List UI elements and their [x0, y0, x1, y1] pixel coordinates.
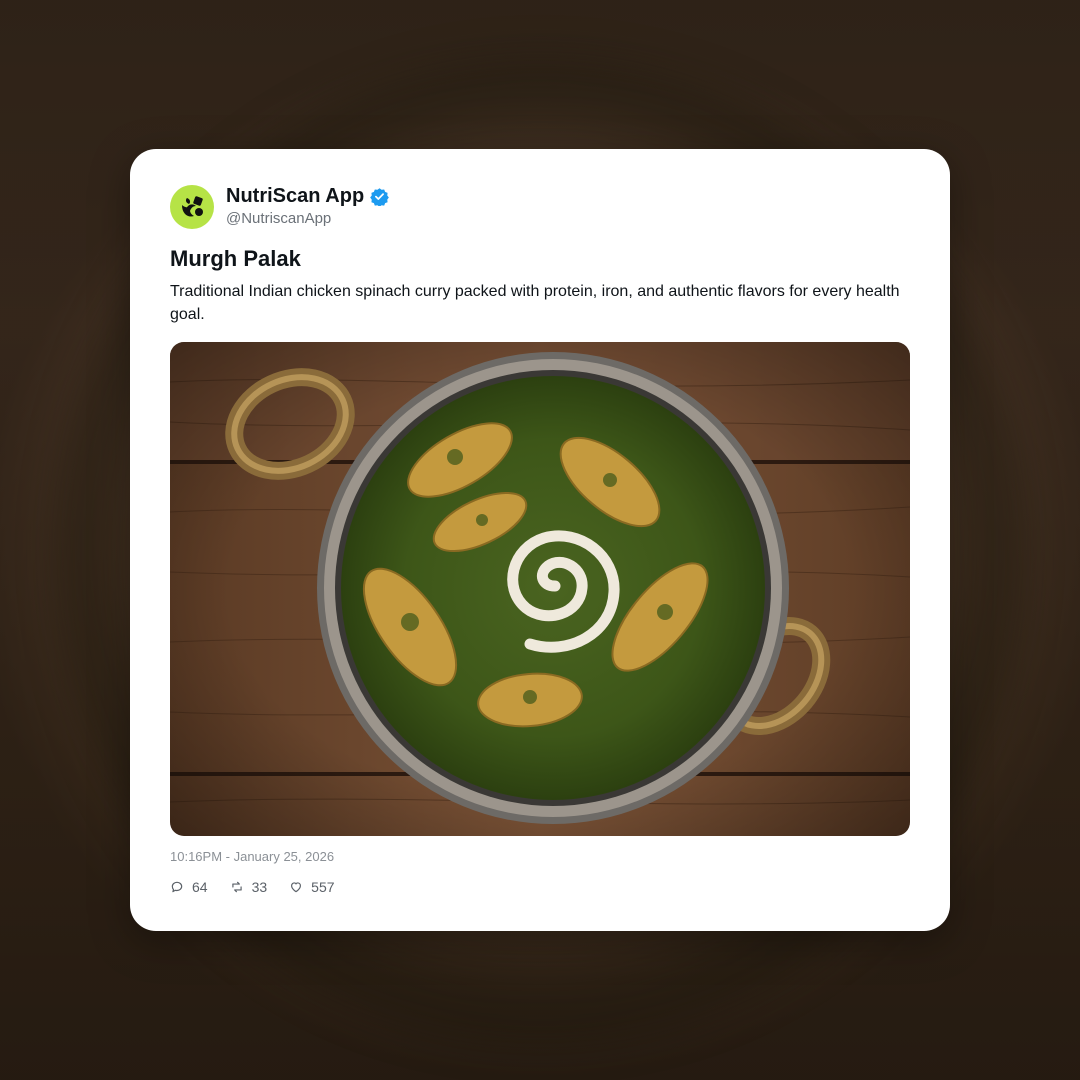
post-header: NutriScan App @NutriscanApp: [170, 184, 389, 229]
author-handle[interactable]: @NutriscanApp: [226, 209, 389, 229]
post-image[interactable]: [170, 342, 910, 836]
name-row: NutriScan App: [226, 184, 389, 208]
like-button[interactable]: 557: [289, 879, 335, 895]
heart-icon: [291, 882, 302, 893]
post-timestamp: 10:16PM - January 25, 2026: [170, 849, 335, 864]
avatar[interactable]: [170, 184, 214, 229]
like-count: 557: [311, 879, 335, 895]
post-title: Murgh Palak: [170, 246, 301, 271]
author-display-name[interactable]: NutriScan App: [226, 184, 364, 208]
reply-count: 64: [192, 879, 208, 895]
repost-icon: [231, 881, 242, 893]
reply-button[interactable]: 64: [170, 879, 208, 895]
post-actions: 64 33 557: [170, 879, 357, 895]
verified-badge-icon: [370, 187, 389, 206]
post-card: NutriScan App @NutriscanApp Murgh Palak …: [130, 149, 950, 931]
reply-icon: [171, 881, 183, 893]
author-info: NutriScan App @NutriscanApp: [226, 184, 389, 229]
repost-count: 33: [251, 879, 268, 895]
post-description: Traditional Indian chicken spinach curry…: [170, 283, 900, 323]
murgh-palak-photo: [170, 342, 910, 836]
nutriscan-logo-icon: [182, 195, 203, 217]
repost-button[interactable]: 33: [230, 879, 268, 895]
